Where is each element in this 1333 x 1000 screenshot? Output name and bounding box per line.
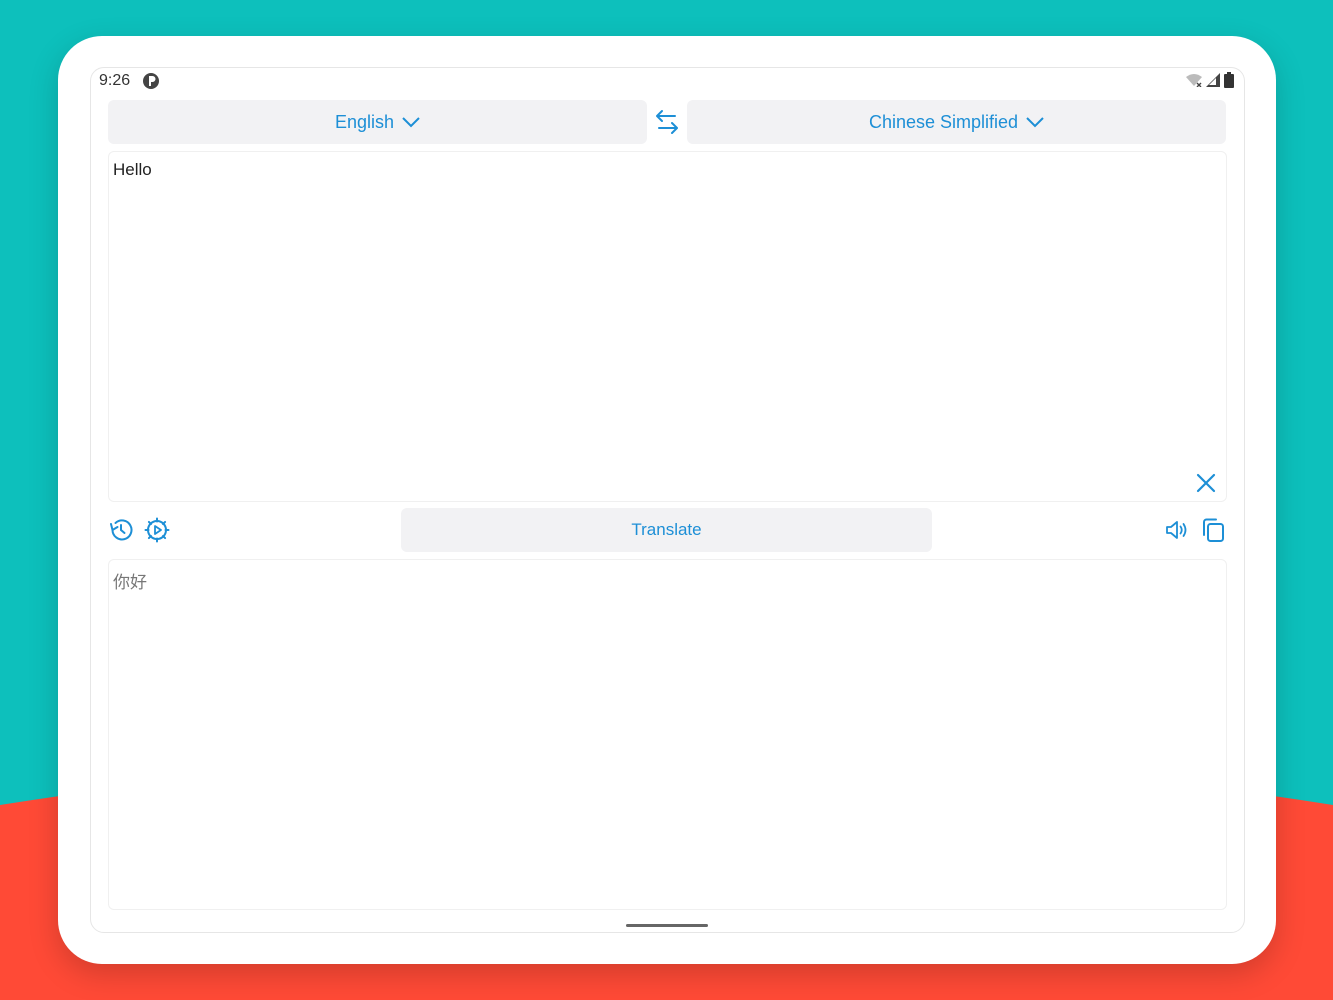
translation-output: 你好	[108, 559, 1227, 910]
status-time: 9:26	[99, 72, 131, 89]
source-text: Hello	[113, 160, 152, 179]
speaker-icon[interactable]	[1164, 517, 1190, 543]
wifi-icon	[1186, 74, 1202, 87]
swap-languages-icon[interactable]	[653, 108, 681, 136]
target-language-selector[interactable]: Chinese Simplified	[687, 100, 1226, 144]
close-icon[interactable]	[1194, 471, 1218, 495]
settings-icon[interactable]	[144, 517, 170, 543]
status-icons	[1185, 72, 1234, 88]
app-status-icon	[143, 73, 159, 89]
chevron-down-icon	[1026, 117, 1044, 128]
source-text-input[interactable]: Hello	[108, 151, 1227, 502]
battery-icon	[1224, 72, 1234, 88]
app-screen: 9:26 English Chinese Simplified Hello Tr…	[90, 67, 1245, 933]
source-language-label: English	[334, 111, 395, 132]
history-icon[interactable]	[108, 517, 134, 543]
home-indicator[interactable]	[626, 924, 708, 927]
target-language-label: Chinese Simplified	[868, 111, 1019, 132]
translated-text: 你好	[113, 573, 147, 593]
source-language-selector[interactable]: English	[108, 100, 647, 144]
chevron-down-icon	[402, 117, 420, 128]
signal-icon	[1206, 73, 1220, 87]
copy-icon[interactable]	[1200, 517, 1226, 543]
translate-button[interactable]: Translate	[401, 508, 932, 552]
status-bar: 9:26	[91, 68, 1244, 96]
